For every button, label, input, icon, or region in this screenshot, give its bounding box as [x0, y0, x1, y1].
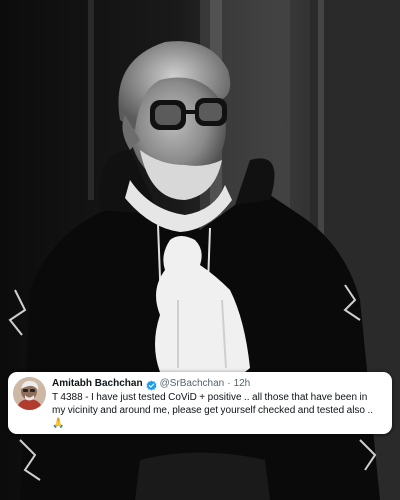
tweet-card[interactable]: Amitabh Bachchan @SrBachchan · 12h T 438… [8, 372, 392, 434]
avatar[interactable] [13, 377, 46, 410]
folded-hands-icon: 🙏 [52, 418, 65, 429]
display-name[interactable]: Amitabh Bachchan [52, 378, 143, 389]
tweet-text-line: my vicinity and around me, please get yo… [52, 405, 374, 416]
tweet-body: Amitabh Bachchan @SrBachchan · 12h T 438… [52, 376, 388, 430]
tweet-timestamp[interactable]: 12h [234, 378, 251, 389]
tweet-text-line: T 4388 - I have just tested CoViD + posi… [52, 392, 368, 403]
tweet-header: Amitabh Bachchan @SrBachchan · 12h [52, 376, 388, 390]
user-handle[interactable]: @SrBachchan [160, 378, 225, 389]
avatar-image [13, 377, 46, 410]
tweet-text: T 4388 - I have just tested CoViD + posi… [52, 391, 388, 430]
post-image: Amitabh Bachchan @SrBachchan · 12h T 438… [0, 0, 400, 500]
meta-separator: · [227, 377, 231, 389]
verified-badge-icon [146, 378, 157, 390]
